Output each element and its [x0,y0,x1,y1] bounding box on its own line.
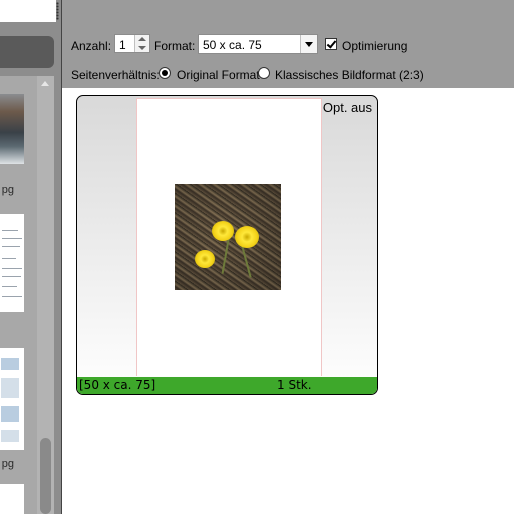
radio-classic-format-label[interactable]: Klassisches Bildformat (2:3) [275,68,424,82]
thumbnail-document[interactable] [0,484,24,514]
anzahl-stepper[interactable]: 1 [114,34,150,53]
pane-header-strip [0,0,56,22]
anzahl-value[interactable]: 1 [119,38,126,52]
screenshot-block [1,430,19,442]
screenshot-block [1,358,19,370]
checkmark-icon [326,38,337,49]
doc-text-line [2,246,20,247]
scroll-up-arrow-icon[interactable] [41,81,49,86]
doc-text-line [2,230,18,231]
footer-format-text: [50 x ca. 75] [79,378,156,392]
radio-original-format-label[interactable]: Original Format [177,68,260,82]
thumbnail-image[interactable] [0,94,24,164]
optimierung-checkbox[interactable] [325,38,337,50]
optimierung-label[interactable]: Optimierung [342,39,407,53]
format-label: Format: [154,39,196,53]
photo-flower [195,250,215,268]
footer-count-text: 1 Stk. [277,378,312,392]
screenshot-block [1,378,19,398]
doc-text-line [2,286,17,287]
radio-selected-dot [162,70,168,76]
splitter-grip-icon[interactable] [56,2,59,20]
scrollbar-thumb[interactable] [40,438,51,514]
preview-photo[interactable] [175,184,281,290]
doc-text-line [2,258,16,259]
format-select[interactable]: 50 x ca. 75 [198,34,318,54]
doc-text-line [2,238,22,239]
doc-text-line [2,276,21,277]
thumbnail-screenshot[interactable] [0,348,24,450]
doc-text-line [2,296,22,297]
increment-button[interactable] [135,35,149,43]
thumbnail-list: pg pg [0,76,37,514]
photo-flower [212,221,234,241]
print-preview-card[interactable]: Opt. aus [50 x ca. 75] 1 Stk. [76,95,378,395]
thumbnail-document[interactable] [0,214,24,312]
thumbnail-scrollbar[interactable] [37,76,54,514]
dropdown-arrow-icon [305,42,313,47]
chevron-up-icon [138,37,146,41]
radio-original-format[interactable] [159,67,171,79]
screenshot-block [1,406,19,422]
radio-classic-format[interactable] [258,67,270,79]
format-selected-value[interactable]: 50 x ca. 75 [203,38,262,52]
optimization-status: Opt. aus [322,100,372,115]
thumbnail-caption: pg [1,458,14,470]
print-options-toolbar: Anzahl: 1 Format: 50 x ca. 75 Optimierun… [62,0,514,88]
thumbnail-pane: pg pg [0,0,61,514]
print-sheet-border [136,98,322,99]
chevron-down-icon [138,46,146,50]
photo-flower [235,226,259,248]
seitenverhaeltnis-label: Seitenverhältnis: [71,68,160,82]
anzahl-label: Anzahl: [71,39,112,53]
pane-tab-button[interactable] [0,36,54,68]
card-footer-bar: [50 x ca. 75] 1 Stk. [77,377,377,394]
decrement-button[interactable] [135,44,149,52]
anzahl-spinner[interactable] [134,35,149,52]
doc-text-line [2,268,22,269]
format-dropdown-button[interactable] [300,35,317,53]
preview-canvas: Opt. aus [50 x ca. 75] 1 Stk. [62,88,514,514]
thumbnail-caption: pg [1,184,14,196]
